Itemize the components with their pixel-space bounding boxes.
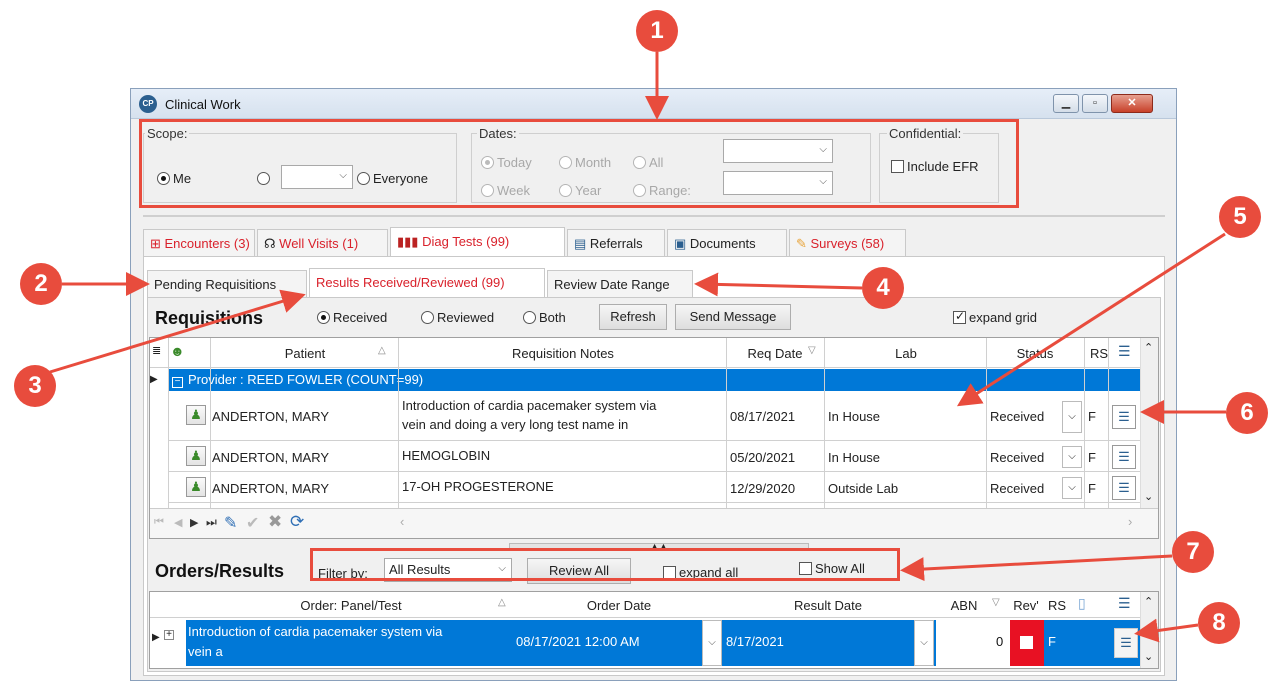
callout-arrows bbox=[49, 52, 1226, 643]
callout-5: 5 bbox=[1219, 196, 1261, 238]
arrow-7 bbox=[900, 554, 1173, 582]
arrow-3 bbox=[49, 289, 306, 374]
callout-8: 8 bbox=[1198, 602, 1240, 644]
callout-2: 2 bbox=[20, 263, 62, 305]
callout-7: 7 bbox=[1172, 531, 1214, 573]
arrow-5 bbox=[956, 232, 1226, 407]
arrow-4 bbox=[694, 272, 863, 297]
callout-6: 6 bbox=[1226, 392, 1268, 434]
arrow-8 bbox=[1134, 618, 1199, 643]
callout-1: 1 bbox=[636, 10, 678, 52]
callout-3: 3 bbox=[14, 365, 56, 407]
callout-4: 4 bbox=[862, 267, 904, 309]
